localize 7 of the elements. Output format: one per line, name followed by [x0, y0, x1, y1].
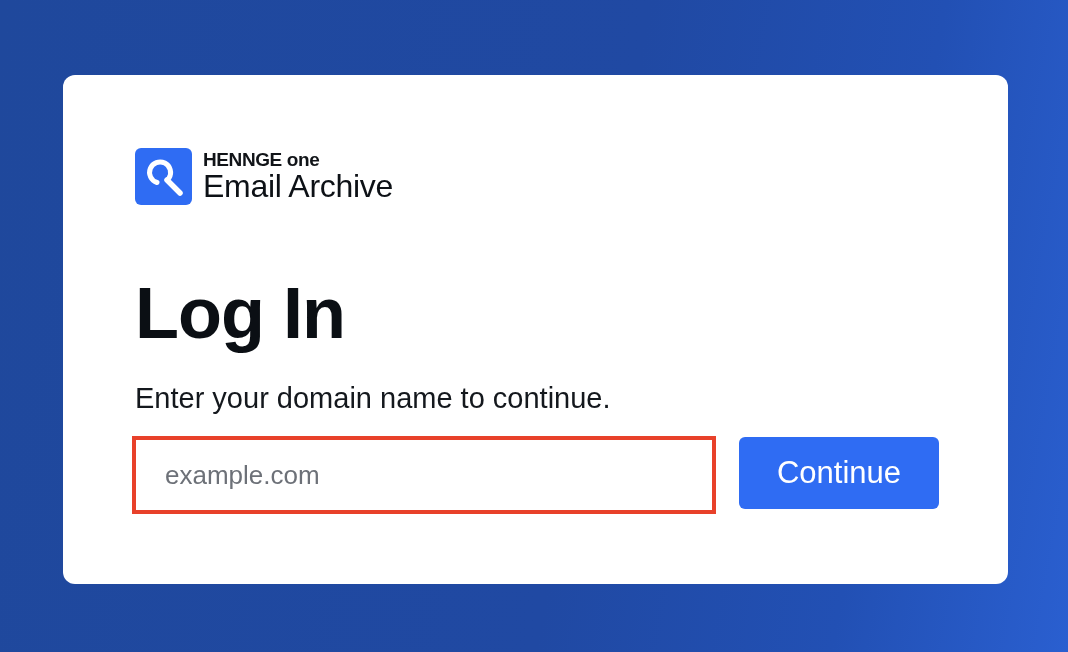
page-heading: Log In [135, 272, 345, 355]
continue-button[interactable]: Continue [739, 437, 939, 509]
domain-input-field[interactable]: example.com [132, 436, 716, 514]
product-name: Email Archive [203, 169, 393, 203]
company-name: HENNGE one [203, 150, 321, 169]
magnifier-logo-icon [135, 148, 192, 205]
instructions-text: Enter your domain name to continue. [135, 381, 611, 416]
